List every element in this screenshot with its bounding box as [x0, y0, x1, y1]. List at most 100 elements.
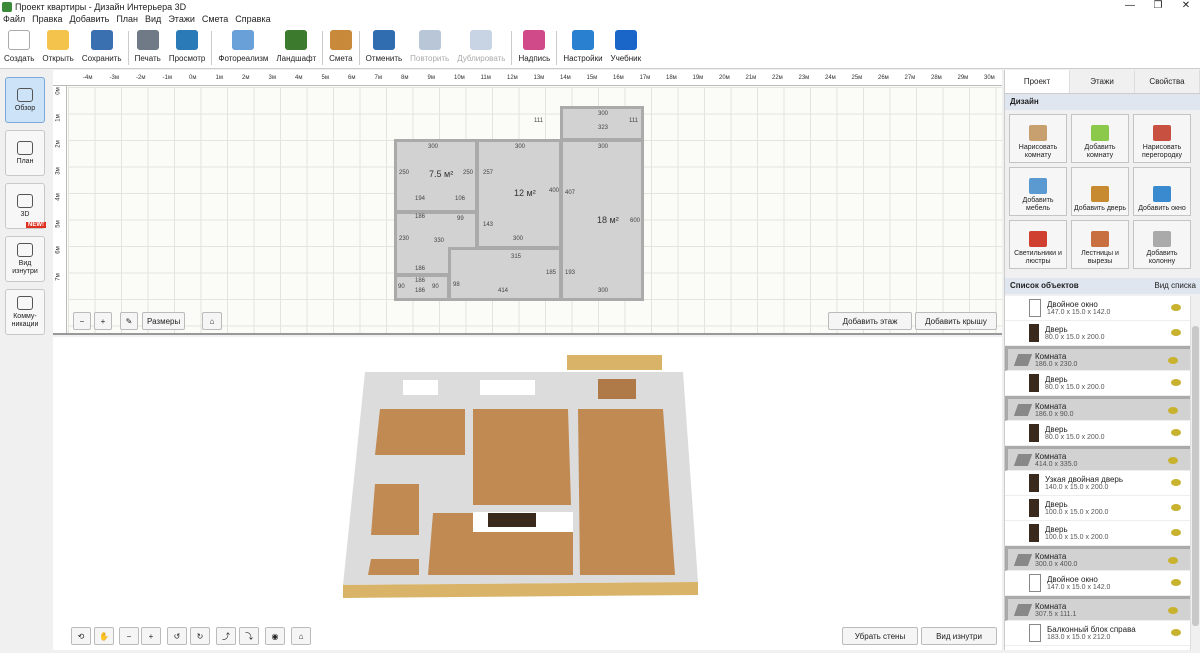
toolbar-button[interactable]: Смета	[325, 27, 356, 67]
add-roof-button[interactable]: Добавить крышу	[915, 312, 997, 330]
visibility-eye-icon[interactable]	[1168, 607, 1178, 614]
right-panel: Проект Этажи Свойства Дизайн Нарисовать ко…	[1004, 70, 1200, 650]
toolbar-button[interactable]: Дублировать	[453, 27, 509, 67]
toolbar-button[interactable]: Печать	[131, 27, 165, 67]
object-list-item[interactable]: Балконный блок справа 183.0 x 15.0 x 212.…	[1005, 621, 1200, 646]
object-list-item[interactable]: Дверь 80.0 x 15.0 x 200.0	[1005, 421, 1200, 446]
design-button[interactable]: Добавить мебель	[1009, 167, 1067, 216]
menu-item[interactable]: Вид	[145, 14, 161, 27]
visibility-eye-icon[interactable]	[1171, 479, 1181, 486]
object-list[interactable]: Двойное окно 147.0 x 15.0 x 142.0 Дверь 80.…	[1005, 296, 1200, 650]
menu-item[interactable]: Добавить	[70, 14, 110, 27]
sidebar-item[interactable]: Вид изнутри	[5, 236, 45, 282]
rotate-icon[interactable]: ⟲	[71, 627, 91, 645]
orbit-right-icon[interactable]: ↻	[190, 627, 210, 645]
visibility-eye-icon[interactable]	[1168, 557, 1178, 564]
visibility-eye-icon[interactable]	[1171, 329, 1181, 336]
ruler-tick: 5м	[321, 75, 329, 81]
menu-item[interactable]: Смета	[202, 14, 228, 27]
zoom-in-icon[interactable]: +	[94, 312, 112, 330]
menu-item[interactable]: Этажи	[168, 14, 195, 27]
toolbar-button[interactable]: Фотореализм	[214, 27, 272, 67]
design-button[interactable]: Нарисовать перегородку	[1133, 114, 1191, 163]
zoom-out-icon[interactable]: −	[73, 312, 91, 330]
toolbar-button[interactable]: Просмотр	[165, 27, 210, 67]
object-list-item[interactable]: Дверь 100.0 x 15.0 x 200.0	[1005, 496, 1200, 521]
visibility-eye-icon[interactable]	[1171, 379, 1181, 386]
visibility-eye-icon[interactable]	[1171, 579, 1181, 586]
tab-2[interactable]: Свойства	[1135, 70, 1200, 93]
menu-item[interactable]: Правка	[32, 14, 62, 27]
maximize-icon[interactable]: ❐	[1144, 0, 1172, 11]
toolbar-button[interactable]: Надпись	[514, 27, 554, 67]
toolbar-button[interactable]: Создать	[0, 27, 38, 67]
remove-walls-button[interactable]: Убрать стены	[842, 627, 918, 645]
save-icon	[90, 30, 113, 50]
minimize-icon[interactable]: —	[1116, 0, 1144, 11]
object-list-scrollbar[interactable]	[1190, 296, 1200, 650]
orbit-left-icon[interactable]: ↺	[167, 627, 187, 645]
3d-model[interactable]	[53, 337, 1002, 650]
list-view-toggle[interactable]: Вид списка	[1154, 281, 1196, 291]
ruler-icon[interactable]: ✎	[120, 312, 138, 330]
toolbar-button[interactable]: Отменить	[362, 27, 407, 67]
3d-view[interactable]: ⟲ ✋ − + ↺ ↻ ⤴ ⤵ ◉ ⌂ Убрать стены Вид изн…	[53, 337, 1002, 650]
zoom-out-3d-icon[interactable]: −	[119, 627, 139, 645]
toolbar-label: Надпись	[518, 54, 551, 63]
object-list-item[interactable]: Комната 414.0 x 335.0	[1005, 446, 1200, 471]
design-button[interactable]: Добавить колонну	[1133, 220, 1191, 269]
zoom-in-3d-icon[interactable]: +	[141, 627, 161, 645]
menu-item[interactable]: Справка	[235, 14, 270, 27]
visibility-eye-icon[interactable]	[1168, 407, 1178, 414]
home-3d-icon[interactable]: ⌂	[291, 627, 311, 645]
design-button[interactable]: Нарисовать комнату	[1009, 114, 1067, 163]
plan-view[interactable]: -4м -3м -2м -1м 0м 1м 2м 3м 4м 5м 6м 7м 8м 9м 10м 11м 12…	[53, 70, 1002, 335]
object-list-item[interactable]: Комната 300.0 x 400.0	[1005, 546, 1200, 571]
sidebar-item[interactable]: План	[5, 130, 45, 176]
inside-view-label: Вид изнутри	[936, 631, 982, 641]
object-list-item[interactable]: Двойное окно 147.0 x 15.0 x 142.0	[1005, 296, 1200, 321]
visibility-eye-icon[interactable]	[1171, 304, 1181, 311]
ruler-tick: -3м	[109, 75, 119, 81]
visibility-eye-icon[interactable]	[1168, 357, 1178, 364]
add-floor-button[interactable]: Добавить этаж	[828, 312, 912, 330]
tilt-up-icon[interactable]: ⤴	[216, 627, 236, 645]
menu-item[interactable]: Файл	[3, 14, 25, 27]
toolbar-button[interactable]: Учебник	[607, 27, 646, 67]
home-icon[interactable]: ⌂	[202, 312, 222, 330]
object-list-item[interactable]: Комната 186.0 x 230.0	[1005, 346, 1200, 371]
visibility-eye-icon[interactable]	[1171, 529, 1181, 536]
object-list-item[interactable]: Комната 307.5 x 111.1	[1005, 596, 1200, 621]
visibility-eye-icon[interactable]	[1171, 504, 1181, 511]
sidebar-item[interactable]: Обзор	[5, 77, 45, 123]
inside-view-button[interactable]: Вид изнутри	[921, 627, 997, 645]
object-list-item[interactable]: Комната 186.0 x 90.0	[1005, 396, 1200, 421]
visibility-eye-icon[interactable]	[1171, 429, 1181, 436]
visibility-eye-icon[interactable]	[1171, 629, 1181, 636]
tilt-down-icon[interactable]: ⤵	[239, 627, 259, 645]
design-button[interactable]: Добавить дверь	[1071, 167, 1129, 216]
toolbar-button[interactable]: Настройки	[559, 27, 606, 67]
design-button[interactable]: Добавить комнату	[1071, 114, 1129, 163]
close-icon[interactable]: ✕	[1172, 0, 1200, 11]
design-button[interactable]: Добавить окно	[1133, 167, 1191, 216]
toolbar-button[interactable]: Сохранить	[78, 27, 126, 67]
object-list-item[interactable]: Узкая двойная дверь 140.0 x 15.0 x 200.0	[1005, 471, 1200, 496]
object-list-item[interactable]: Дверь 80.0 x 15.0 x 200.0	[1005, 321, 1200, 346]
toolbar-button[interactable]: Повторить	[406, 27, 453, 67]
object-list-item[interactable]: Дверь 100.0 x 15.0 x 200.0	[1005, 521, 1200, 546]
light-icon[interactable]: ◉	[265, 627, 285, 645]
menu-item[interactable]: План	[116, 14, 138, 27]
dimensions-button[interactable]: Размеры	[142, 312, 186, 330]
object-list-item[interactable]: Двойное окно 147.0 x 15.0 x 142.0	[1005, 571, 1200, 596]
sidebar-item[interactable]: Комму-никации	[5, 289, 45, 335]
hand-icon[interactable]: ✋	[94, 627, 114, 645]
toolbar-button[interactable]: Ландшафт	[272, 27, 320, 67]
object-list-item[interactable]: Дверь 80.0 x 15.0 x 200.0	[1005, 371, 1200, 396]
visibility-eye-icon[interactable]	[1168, 457, 1178, 464]
design-button[interactable]: Светильники и люстры	[1009, 220, 1067, 269]
tab-0[interactable]: Проект	[1005, 70, 1070, 93]
toolbar-button[interactable]: Открыть	[38, 27, 77, 67]
tab-1[interactable]: Этажи	[1070, 70, 1135, 93]
design-button[interactable]: Лестницы и вырезы	[1071, 220, 1129, 269]
